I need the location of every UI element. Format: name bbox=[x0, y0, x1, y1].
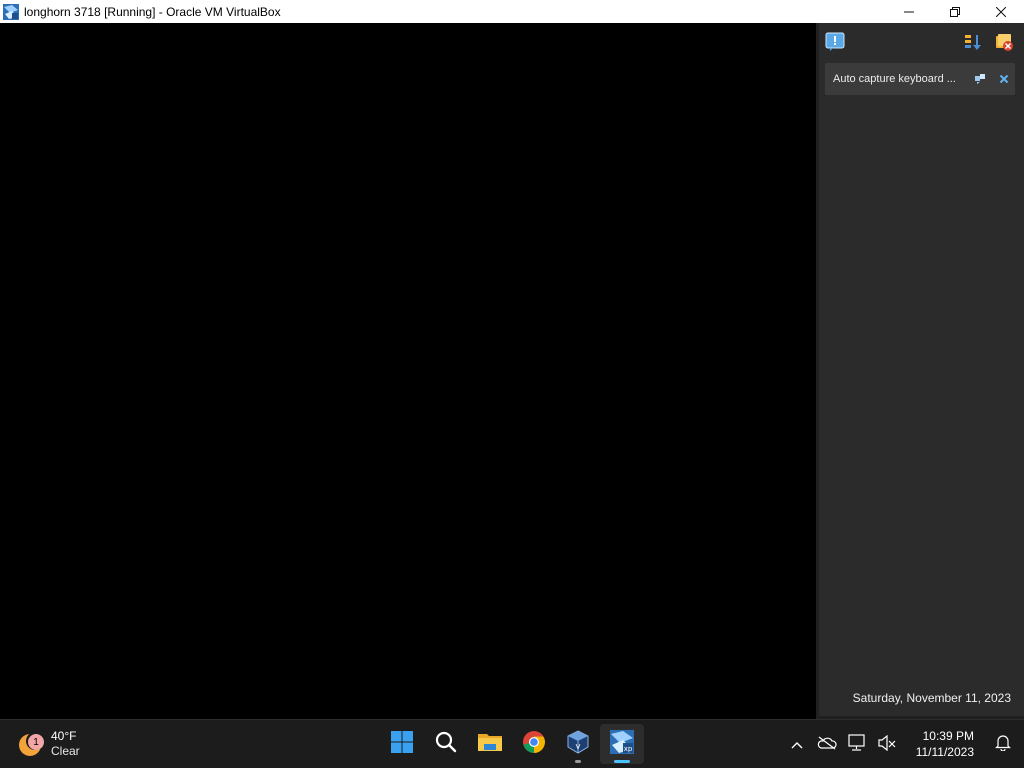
virtualbox-vm-icon: xp bbox=[609, 729, 635, 760]
close-icon[interactable] bbox=[997, 72, 1011, 86]
notification-text: Auto capture keyboard ... bbox=[833, 73, 956, 85]
search-icon bbox=[434, 730, 458, 759]
taskbar: 1 40°F Clear V xp 10:39 PM 11/11/2023 bbox=[0, 719, 1024, 768]
network-button[interactable] bbox=[842, 729, 872, 759]
show-hidden-icons-button[interactable] bbox=[782, 729, 812, 759]
weather-temperature: 40°F bbox=[51, 729, 77, 743]
active-indicator bbox=[614, 760, 630, 763]
vm-window-button[interactable]: xp bbox=[600, 724, 644, 764]
network-icon bbox=[847, 733, 867, 755]
file-explorer-button[interactable] bbox=[468, 724, 512, 764]
start-button[interactable] bbox=[380, 724, 424, 764]
weather-condition: Clear bbox=[51, 744, 80, 758]
volume-button[interactable] bbox=[872, 729, 902, 759]
sort-icon[interactable] bbox=[963, 32, 983, 52]
virtualbox-button[interactable]: V bbox=[556, 724, 600, 764]
weather-badge: 1 bbox=[28, 734, 44, 750]
vm-display[interactable] bbox=[0, 23, 816, 719]
system-tray: 10:39 PM 11/11/2023 bbox=[782, 720, 1024, 768]
svg-text:xp: xp bbox=[624, 745, 633, 753]
notification-card[interactable]: Auto capture keyboard ... bbox=[825, 63, 1015, 95]
notification-center-panel: Auto capture keyboard ... Saturday, Nove… bbox=[816, 23, 1024, 719]
chrome-icon bbox=[522, 730, 546, 759]
volume-muted-icon bbox=[877, 734, 897, 754]
minimize-button[interactable] bbox=[886, 0, 932, 23]
window-title: longhorn 3718 [Running] - Oracle VM Virt… bbox=[24, 4, 281, 19]
search-button[interactable] bbox=[424, 724, 468, 764]
windows-start-icon bbox=[390, 730, 414, 759]
taskbar-clock[interactable]: 10:39 PM 11/11/2023 bbox=[902, 724, 988, 764]
moon-icon: 1 bbox=[16, 730, 44, 758]
onedrive-button[interactable] bbox=[812, 729, 842, 759]
virtualbox-vm-icon bbox=[3, 3, 19, 20]
folder-icon bbox=[477, 730, 503, 759]
restore-button[interactable] bbox=[932, 0, 978, 23]
clock-date: 11/11/2023 bbox=[915, 745, 974, 759]
taskbar-apps: V xp bbox=[380, 724, 644, 764]
weather-widget[interactable]: 1 40°F Clear bbox=[16, 726, 80, 762]
running-indicator bbox=[575, 760, 581, 763]
clock-time: 10:39 PM bbox=[922, 729, 974, 743]
bell-icon bbox=[995, 733, 1011, 756]
chrome-button[interactable] bbox=[512, 724, 556, 764]
onedrive-icon bbox=[817, 736, 837, 753]
notifications-button[interactable] bbox=[988, 724, 1018, 764]
svg-text:V: V bbox=[576, 743, 581, 751]
virtualbox-icon: V bbox=[566, 729, 590, 759]
toggle-icon[interactable] bbox=[973, 72, 987, 86]
chevron-up-icon bbox=[791, 736, 803, 752]
window-titlebar[interactable]: longhorn 3718 [Running] - Oracle VM Virt… bbox=[0, 0, 1024, 23]
notification-center-icon[interactable] bbox=[825, 32, 845, 52]
panel-date: Saturday, November 11, 2023 bbox=[852, 691, 1011, 705]
clear-all-icon[interactable] bbox=[994, 32, 1014, 52]
close-button[interactable] bbox=[978, 0, 1024, 23]
panel-toolbar bbox=[819, 23, 1024, 59]
